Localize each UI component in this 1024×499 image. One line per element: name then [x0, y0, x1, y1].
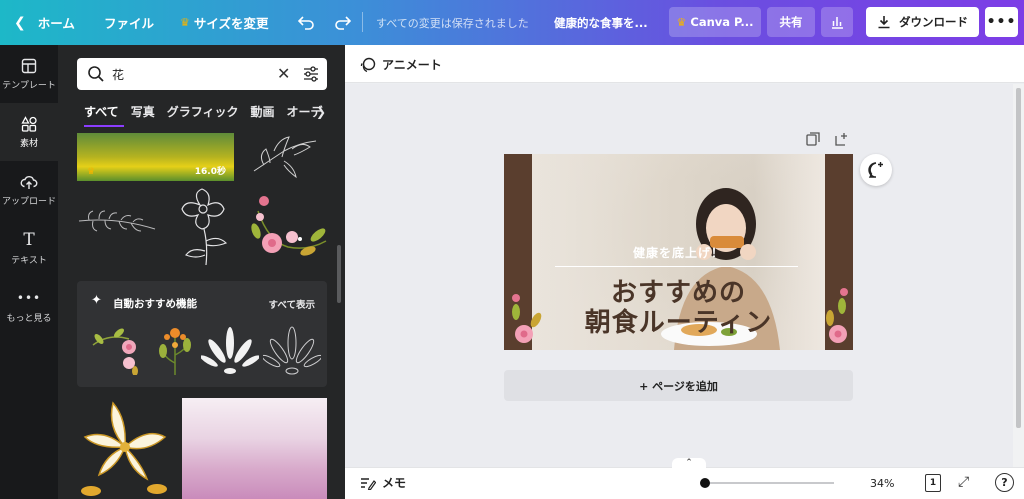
crown-icon: ♛ — [87, 167, 96, 177]
notes-label: メモ — [382, 476, 407, 490]
add-comment-button[interactable] — [860, 154, 892, 186]
rail-item-more[interactable]: ••• もっと見る — [0, 277, 58, 335]
auto-recommend-card: ✦ 自動おすすめ機能 すべて表示 — [77, 281, 327, 387]
filter-icon[interactable] — [303, 66, 319, 82]
rail-item-templates[interactable]: テンプレート — [0, 45, 58, 103]
animate-button[interactable]: アニメート — [360, 56, 442, 73]
tabs-next-icon[interactable]: ❯ — [316, 105, 326, 119]
photo-thumbnail-pink-meadow[interactable] — [182, 398, 327, 499]
home-button[interactable]: ❮ ホーム — [14, 0, 75, 45]
add-page-icon[interactable] — [835, 132, 849, 146]
download-label: ダウンロード — [899, 15, 968, 29]
chevron-left-icon: ❮ — [14, 14, 26, 31]
design-divider-line — [555, 266, 798, 267]
bottom-bar — [345, 467, 1024, 499]
canvas-scrollbar[interactable] — [1013, 84, 1024, 467]
fullscreen-icon[interactable]: ⤢ — [958, 474, 969, 490]
add-page-button[interactable]: + ページを追加 — [504, 370, 853, 401]
recommend-item-garland[interactable] — [89, 325, 141, 375]
rail-item-label: 素材 — [19, 138, 38, 149]
panel-scrollbar[interactable] — [337, 245, 341, 303]
bar-chart-icon — [832, 17, 843, 29]
more-options-button[interactable]: ••• — [985, 7, 1018, 37]
video-thumbnail-flower-field[interactable]: ♛ 16.0秒 — [77, 133, 234, 181]
design-canvas[interactable]: 健康を底上げ！ おすすめの 朝食ルーティン — [504, 154, 853, 350]
rail-item-label: テンプレート — [2, 80, 56, 91]
clear-search-icon[interactable]: ✕ — [277, 64, 290, 83]
toolbar-divider — [362, 12, 363, 32]
insights-button[interactable] — [821, 7, 853, 37]
search-icon — [88, 66, 104, 82]
rail-item-label: アップロード — [1, 196, 56, 207]
see-all-link[interactable]: すべて表示 — [269, 297, 315, 311]
graphic-golden-lily[interactable] — [77, 397, 173, 499]
rail-item-label: テキスト — [11, 255, 47, 266]
video-duration: 16.0秒 — [194, 167, 226, 177]
graphic-flower-sketch[interactable] — [170, 185, 242, 269]
animate-label: アニメート — [382, 58, 442, 72]
redo-button[interactable] — [333, 0, 353, 45]
search-input[interactable]: 花 ✕ — [77, 58, 327, 90]
duplicate-page-icon[interactable] — [806, 132, 820, 146]
sparkle-icon: ✦ — [91, 293, 102, 308]
show-pages-chevron-icon[interactable]: ⌃ — [672, 458, 706, 470]
save-status: すべての変更は保存されました — [376, 16, 529, 30]
zoom-slider[interactable] — [704, 482, 834, 484]
notes-icon — [361, 477, 376, 490]
upload-icon — [20, 175, 38, 189]
template-icon — [21, 58, 37, 73]
rail-item-elements[interactable]: 素材 — [0, 103, 58, 161]
elements-panel: 花 ✕ すべて 写真 グラフィック 動画 オーデ ❯ ♛ 16.0秒 ✦ 自動お… — [58, 45, 345, 499]
document-title[interactable]: 健康的な食事を... — [554, 0, 648, 45]
animate-icon — [360, 57, 376, 72]
more-icon: ••• — [16, 290, 42, 305]
design-title-line2[interactable]: 朝食ルーティン — [504, 302, 853, 339]
download-icon — [878, 16, 890, 29]
top-toolbar: ❮ ホーム ファイル ♛ サイズを変更 すべての変更は保存されました 健康的な食… — [0, 0, 1024, 45]
graphic-flower-garland[interactable] — [248, 191, 332, 267]
file-menu-button[interactable]: ファイル — [104, 0, 154, 45]
recommend-item-white-rays[interactable] — [201, 325, 259, 377]
crown-icon: ♛ — [180, 16, 190, 29]
tab-photos[interactable]: 写真 — [131, 103, 155, 123]
recommend-title: 自動おすすめ機能 — [113, 298, 197, 310]
comment-add-icon — [868, 162, 883, 178]
notes-button[interactable]: メモ — [360, 474, 406, 491]
page-count-button[interactable]: 1 — [925, 474, 941, 492]
home-label: ホーム — [37, 16, 75, 31]
zoom-level[interactable]: 34% — [870, 477, 894, 490]
redo-icon — [335, 15, 351, 30]
rail-item-uploads[interactable]: アップロード — [0, 161, 58, 219]
undo-icon — [298, 15, 314, 30]
rail-item-label: もっと見る — [6, 313, 52, 324]
editor-toolbar — [345, 45, 1024, 83]
share-button[interactable]: 共有 — [767, 7, 815, 37]
elements-icon — [21, 115, 37, 132]
active-tab-indicator — [84, 125, 124, 127]
recommend-item-orange-flower[interactable] — [155, 323, 195, 377]
help-button[interactable]: ? — [995, 473, 1014, 492]
ellipsis-icon: ••• — [986, 14, 1017, 30]
undo-button[interactable] — [296, 0, 316, 45]
tab-videos[interactable]: 動画 — [250, 103, 274, 123]
tab-all[interactable]: すべて — [84, 103, 119, 123]
tab-graphics[interactable]: グラフィック — [167, 103, 239, 123]
rail-item-text[interactable]: T テキスト — [0, 219, 58, 277]
scroll-thumb[interactable] — [1016, 88, 1021, 428]
crown-icon: ♛ — [676, 15, 687, 29]
resize-label: サイズを変更 — [193, 16, 269, 31]
search-query: 花 — [112, 68, 125, 82]
recommend-item-outline-rays[interactable] — [263, 325, 321, 377]
text-icon: T — [23, 229, 35, 250]
category-tabs: すべて 写真 グラフィック 動画 オーデ — [84, 103, 335, 123]
zoom-slider-handle[interactable] — [700, 478, 710, 488]
left-rail: テンプレート 素材 アップロード T テキスト ••• もっと見る — [0, 45, 58, 499]
canva-pro-button[interactable]: ♛ Canva P... — [669, 7, 761, 37]
resize-button[interactable]: ♛ サイズを変更 — [180, 0, 269, 45]
download-button[interactable]: ダウンロード — [866, 7, 979, 37]
design-subtitle[interactable]: 健康を底上げ！ — [504, 244, 853, 261]
graphic-lily-lineart[interactable] — [244, 131, 324, 183]
canva-pro-label: Canva P... — [690, 15, 754, 29]
graphic-branch[interactable] — [77, 205, 157, 241]
